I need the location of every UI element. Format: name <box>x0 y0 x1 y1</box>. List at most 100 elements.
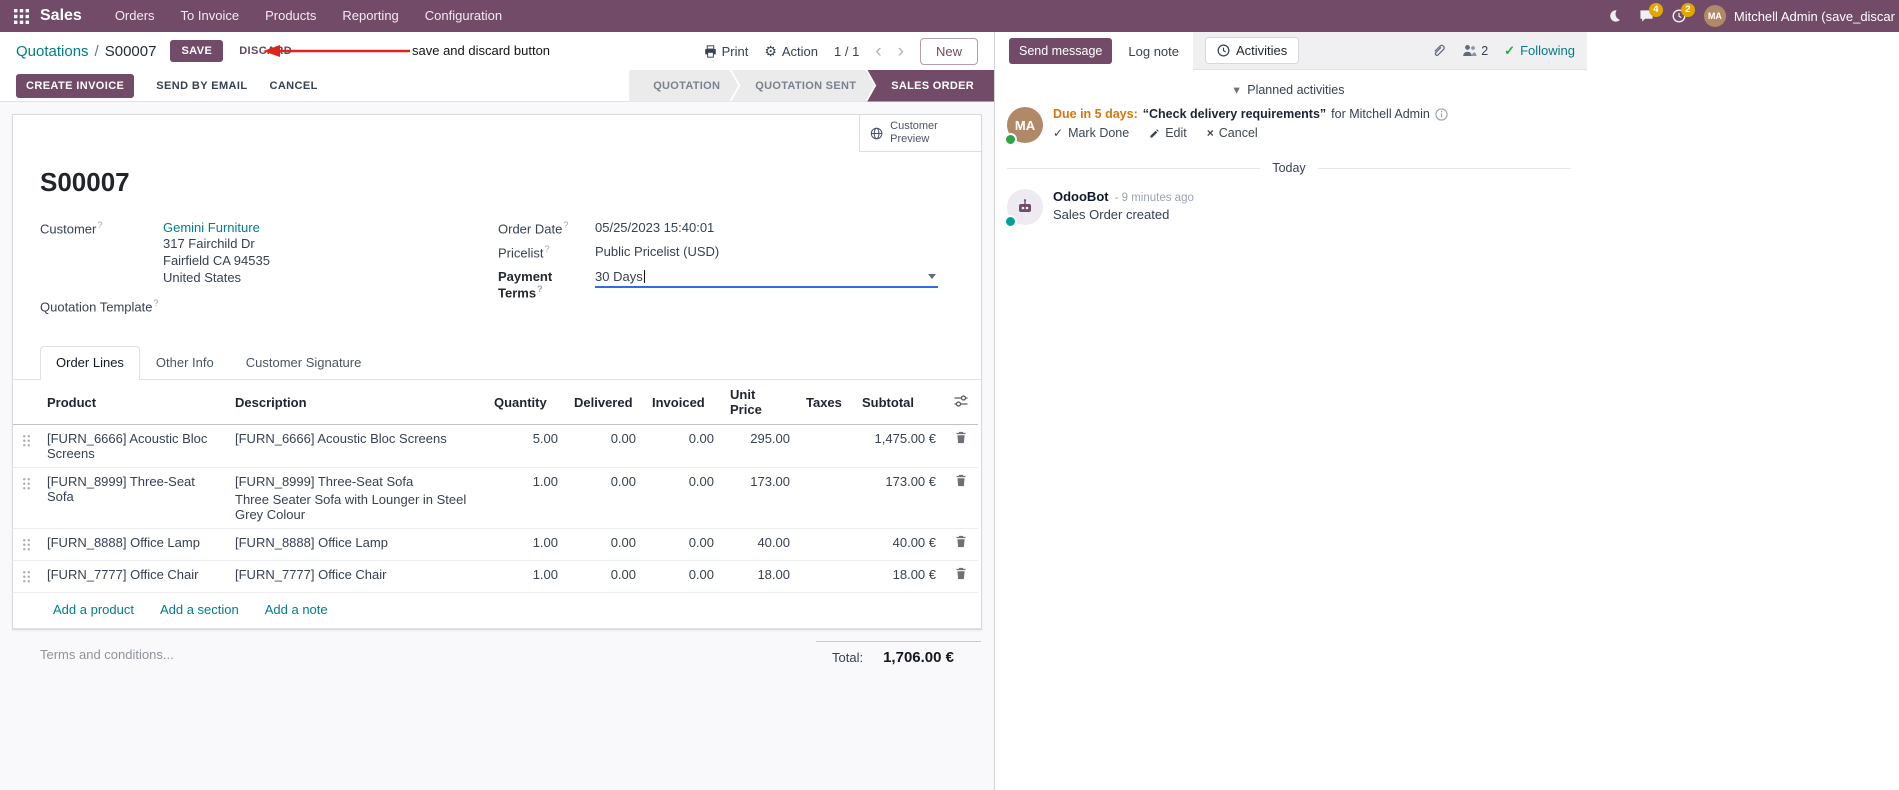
print-button[interactable]: Print <box>704 44 748 59</box>
cell-unit-price[interactable]: 18.00 <box>722 560 798 594</box>
cell-delivered[interactable]: 0.00 <box>566 528 644 562</box>
cell-quantity[interactable]: 1.00 <box>486 467 566 530</box>
activity-clock-icon[interactable]: 2 <box>1672 3 1695 23</box>
drag-handle-icon <box>21 477 31 491</box>
cell-taxes[interactable] <box>798 467 854 530</box>
state-sales-order[interactable]: SALES ORDER <box>867 69 994 102</box>
cell-delivered[interactable]: 0.00 <box>566 560 644 594</box>
tab-order-lines[interactable]: Order Lines <box>40 346 140 381</box>
user-menu[interactable]: MA Mitchell Admin (save_discar <box>1703 5 1895 27</box>
info-icon[interactable] <box>1435 107 1448 121</box>
menu-products[interactable]: Products <box>252 0 329 32</box>
cell-unit-price[interactable]: 295.00 <box>722 424 798 469</box>
payment-terms-input[interactable]: 30 Days <box>595 269 938 288</box>
pager[interactable]: 1 / 1 <box>834 44 859 59</box>
drag-handle[interactable] <box>13 424 39 469</box>
cell-invoiced[interactable]: 0.00 <box>644 528 722 562</box>
cell-description[interactable]: [FURN_6666] Acoustic Bloc Screens <box>227 424 486 469</box>
form-view: Customer Preview S00007 Customer? Gemini… <box>0 102 994 790</box>
dropdown-caret-icon[interactable] <box>928 273 936 279</box>
trash-icon <box>956 568 966 580</box>
moon-icon[interactable] <box>1607 9 1621 23</box>
drag-handle[interactable] <box>13 560 39 594</box>
cell-taxes[interactable] <box>798 560 854 594</box>
app-brand[interactable]: Sales <box>40 7 82 25</box>
delete-line-button[interactable] <box>944 467 978 530</box>
customer-preview-button[interactable]: Customer Preview <box>859 115 981 153</box>
payment-terms-label: Payment Terms? <box>498 268 553 300</box>
cell-product[interactable]: [FURN_8999] Three-Seat Sofa <box>39 467 227 530</box>
drag-handle[interactable] <box>13 467 39 530</box>
cell-unit-price[interactable]: 40.00 <box>722 528 798 562</box>
pricelist-field[interactable]: Public Pricelist (USD) <box>595 244 719 259</box>
date-divider-label: Today <box>1272 161 1306 175</box>
state-pills: QUOTATION QUOTATION SENT SALES ORDER <box>629 69 994 102</box>
add-section-link[interactable]: Add a section <box>160 602 239 617</box>
messages-icon[interactable]: 4 <box>1639 3 1663 23</box>
cell-quantity[interactable]: 5.00 <box>486 424 566 469</box>
cell-quantity[interactable]: 1.00 <box>486 528 566 562</box>
state-quotation[interactable]: QUOTATION <box>629 70 738 102</box>
cell-product[interactable]: [FURN_7777] Office Chair <box>39 560 227 594</box>
optional-columns-icon[interactable] <box>944 380 978 426</box>
menu-to-invoice[interactable]: To Invoice <box>168 0 253 32</box>
edit-activity-button[interactable]: Edit <box>1149 126 1187 140</box>
menu-configuration[interactable]: Configuration <box>412 0 515 32</box>
cell-description[interactable]: [FURN_8999] Three-Seat Sofa Three Seater … <box>227 467 486 530</box>
cell-taxes[interactable] <box>798 424 854 469</box>
action-button[interactable]: ⚙ Action <box>764 43 818 60</box>
attachments-button[interactable] <box>1431 43 1446 58</box>
customer-link[interactable]: Gemini Furniture <box>163 220 260 235</box>
cell-unit-price[interactable]: 173.00 <box>722 467 798 530</box>
chevron-right-icon[interactable]: › <box>898 42 904 61</box>
col-invoiced: Invoiced <box>644 380 722 426</box>
tab-other-info[interactable]: Other Info <box>140 346 230 379</box>
followers-button[interactable]: 2 <box>1462 44 1488 58</box>
cancel-button[interactable]: CANCEL <box>269 80 317 92</box>
chevron-left-icon[interactable]: ‹ <box>875 42 881 61</box>
new-button[interactable]: New <box>919 37 978 65</box>
cell-invoiced[interactable]: 0.00 <box>644 560 722 594</box>
save-button[interactable]: SAVE <box>170 40 224 62</box>
tab-customer-signature[interactable]: Customer Signature <box>230 346 378 379</box>
cell-description[interactable]: [FURN_8888] Office Lamp <box>227 528 486 562</box>
state-quotation-sent[interactable]: QUOTATION SENT <box>731 70 874 102</box>
activity-summary: “Check delivery requirements” <box>1142 107 1327 121</box>
delete-line-button[interactable] <box>944 424 978 469</box>
cell-quantity[interactable]: 1.00 <box>486 560 566 594</box>
cell-product[interactable]: [FURN_6666] Acoustic Bloc Screens <box>39 424 227 469</box>
total-row: Total: 1,706.00 € <box>816 641 981 666</box>
order-date-field[interactable]: 05/25/2023 15:40:01 <box>595 220 714 235</box>
send-by-email-button[interactable]: SEND BY EMAIL <box>156 80 247 92</box>
send-message-button[interactable]: Send message <box>1009 38 1113 64</box>
table-row: [FURN_8888] Office Lamp [FURN_8888] Offi… <box>13 528 978 562</box>
add-product-link[interactable]: Add a product <box>53 602 134 617</box>
menu-orders[interactable]: Orders <box>102 0 168 32</box>
planned-activities-header[interactable]: ▾ Planned activities <box>1007 82 1571 97</box>
col-subtotal: Subtotal <box>854 380 944 426</box>
menu-reporting[interactable]: Reporting <box>329 0 411 32</box>
create-invoice-button[interactable]: CREATE INVOICE <box>16 73 135 98</box>
drag-handle[interactable] <box>13 528 39 562</box>
following-toggle[interactable]: ✓ Following <box>1504 43 1575 59</box>
apps-grid-icon[interactable] <box>8 0 34 32</box>
log-note-button[interactable]: Log note <box>1128 44 1179 59</box>
cancel-activity-button[interactable]: × Cancel <box>1207 126 1258 140</box>
table-row: [FURN_7777] Office Chair [FURN_7777] Off… <box>13 560 978 594</box>
cell-invoiced[interactable]: 0.00 <box>644 467 722 530</box>
cell-delivered[interactable]: 0.00 <box>566 467 644 530</box>
cell-taxes[interactable] <box>798 528 854 562</box>
delete-line-button[interactable] <box>944 560 978 594</box>
mark-done-button[interactable]: ✓ Mark Done <box>1053 126 1129 140</box>
cell-product[interactable]: [FURN_8888] Office Lamp <box>39 528 227 562</box>
cell-description[interactable]: [FURN_7777] Office Chair <box>227 560 486 594</box>
add-note-link[interactable]: Add a note <box>265 602 328 617</box>
delete-line-button[interactable] <box>944 528 978 562</box>
cell-invoiced[interactable]: 0.00 <box>644 424 722 469</box>
activities-button[interactable]: Activities <box>1205 37 1300 64</box>
cell-delivered[interactable]: 0.00 <box>566 424 644 469</box>
record-title[interactable]: S00007 <box>40 167 954 198</box>
breadcrumb-quotations-link[interactable]: Quotations <box>16 43 89 60</box>
robot-icon <box>1019 199 1031 212</box>
terms-placeholder[interactable]: Terms and conditions... <box>40 647 174 662</box>
